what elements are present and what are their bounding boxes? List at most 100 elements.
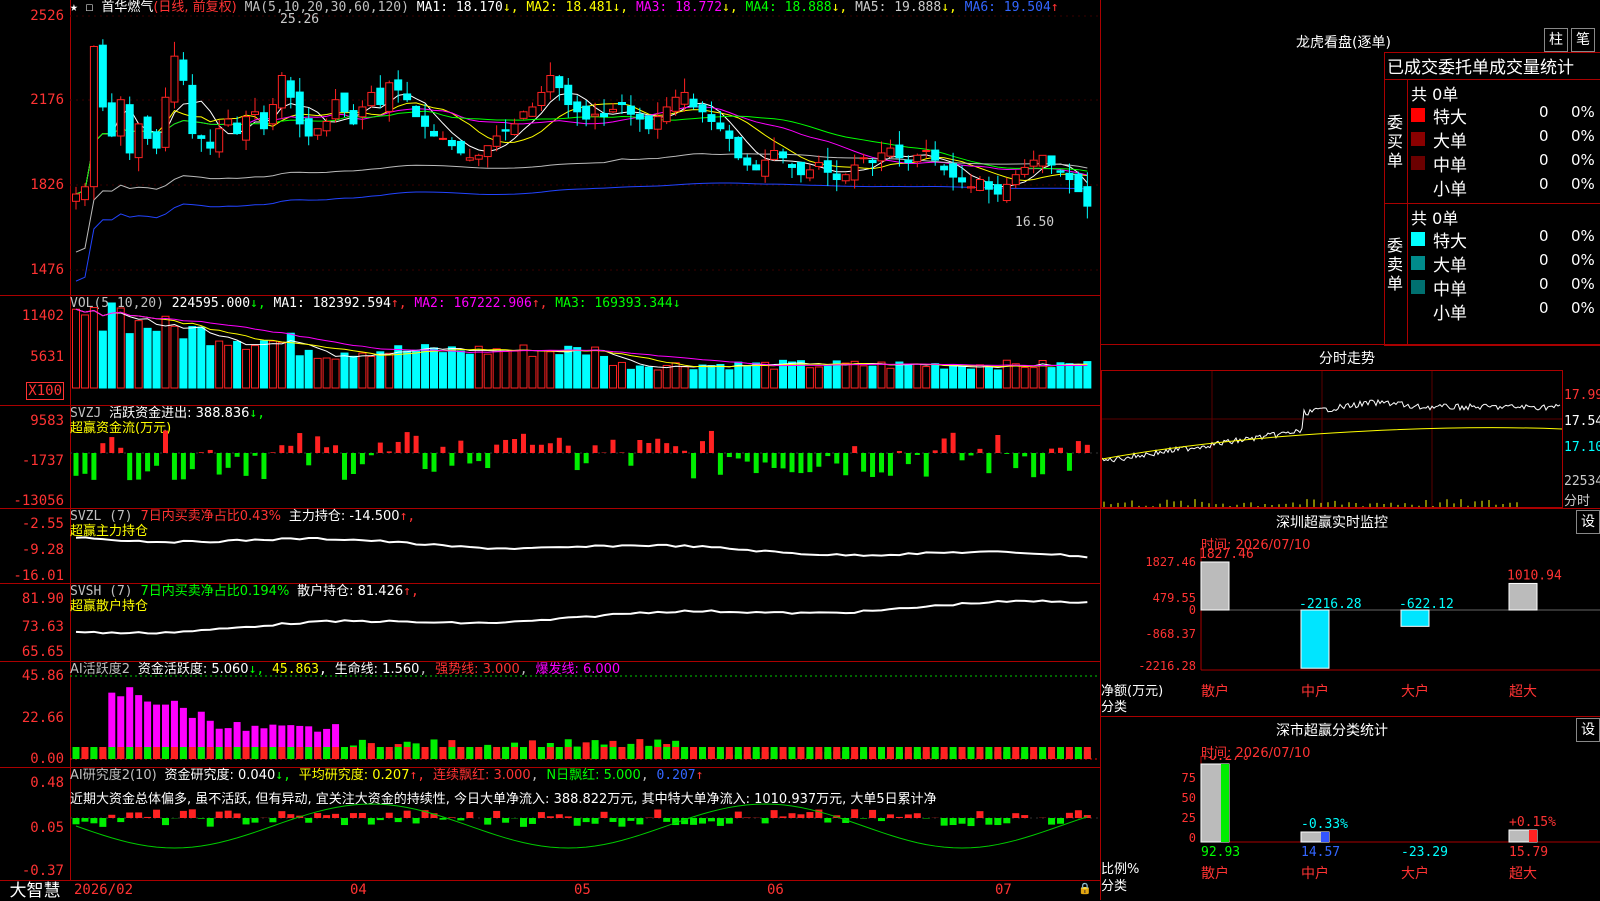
- sz-class-settings-button[interactable]: 设: [1576, 718, 1600, 742]
- research-bar: [305, 818, 312, 823]
- volume-bar: [824, 366, 831, 388]
- buy-total: 共 0单: [1411, 81, 1458, 105]
- candle-body: [153, 132, 160, 148]
- activity-base: [583, 747, 590, 759]
- flow-bar: [745, 453, 750, 462]
- activity-base: [520, 747, 527, 759]
- research-bar: [914, 813, 921, 818]
- volume-bar: [386, 353, 393, 388]
- activity-base: [994, 747, 1001, 759]
- sell-row-p: 0%: [1571, 227, 1595, 245]
- category-label: 大户: [1401, 683, 1429, 700]
- activity-base: [287, 747, 294, 759]
- research-bar: [457, 818, 464, 820]
- activity-base: [305, 747, 312, 759]
- flow-bar: [414, 436, 419, 453]
- candle-body: [645, 116, 652, 129]
- activity-base: [1003, 747, 1010, 759]
- volume-bar: [699, 365, 706, 388]
- volume-bar: [404, 351, 411, 388]
- legend-swatch: [1411, 232, 1425, 246]
- volume-bar: [547, 352, 554, 388]
- monitor-bar: [1301, 610, 1329, 668]
- candle-body: [90, 46, 97, 186]
- activity-base: [690, 747, 697, 759]
- volume-bar: [502, 352, 509, 388]
- activity-base: [207, 747, 214, 759]
- research-bar: [780, 816, 787, 818]
- flow-bar: [100, 443, 105, 453]
- research-bar: [1075, 810, 1082, 818]
- lhkp-table: 已成交委托单成交量统计 委买单 共 0单 委卖单 共 0单 特大00%大单00%…: [1384, 52, 1600, 346]
- candle-body: [681, 92, 688, 104]
- research-bar: [278, 811, 285, 818]
- activity-base: [878, 747, 885, 759]
- volume-bar: [708, 366, 715, 388]
- activity-base: [180, 747, 187, 759]
- tab-tick-view[interactable]: 笔: [1571, 28, 1595, 52]
- flow-bar: [82, 453, 87, 474]
- activity-base: [377, 747, 384, 759]
- candle-body: [144, 117, 151, 138]
- volume-bar: [413, 350, 420, 388]
- tab-bar-view[interactable]: 柱: [1544, 28, 1568, 52]
- activity-base: [386, 747, 393, 759]
- axis-label: 73.63: [22, 619, 64, 635]
- activity-base: [887, 747, 894, 759]
- flow-bar: [181, 453, 186, 479]
- buy-row-label: 小单: [1433, 175, 1467, 200]
- volume-bar: [690, 370, 697, 388]
- activity-base: [90, 747, 97, 759]
- svzl-panel[interactable]: SVZL (7) 7日内买卖净占比0.43% 主力持仓: -14.500↑, 超…: [70, 508, 1100, 584]
- research-bar: [1012, 813, 1019, 818]
- buy-row-label: 特大: [1433, 103, 1467, 128]
- volume-panel[interactable]: VOL(5,10,20) 224595.000↓, MA1: 182392.59…: [70, 295, 1100, 406]
- candlestick-chart: [70, 0, 1100, 295]
- flow-bar: [74, 453, 79, 476]
- volume-bar: [878, 362, 885, 388]
- research-bar: [287, 814, 294, 818]
- activity-base: [341, 747, 348, 759]
- ai2-panel[interactable]: AI活跃度2 资金活跃度: 5.060↓, 45.863, 生命线: 1.560…: [70, 661, 1100, 768]
- candle-body: [806, 170, 813, 178]
- money-flow-chart: [70, 406, 1100, 509]
- flow-bar: [584, 453, 589, 463]
- activity-base: [493, 747, 500, 759]
- research-bar: [493, 811, 500, 818]
- activity-base: [923, 747, 930, 759]
- flow-bar: [297, 433, 302, 453]
- lock-icon[interactable]: 🔒: [1078, 882, 1092, 895]
- flow-bar: [163, 431, 168, 453]
- flow-bar: [879, 453, 884, 472]
- candle-body: [896, 145, 903, 158]
- candle-body: [735, 137, 742, 157]
- svzj-panel[interactable]: SVZJ 活跃资金进出: 388.836↓, 超赢资金流(万元): [70, 405, 1100, 509]
- date-axis[interactable]: 2026/02 04 05 06 07 🔒: [70, 880, 1100, 901]
- flow-bar: [396, 442, 401, 453]
- candle-body: [1057, 171, 1064, 172]
- flow-bar: [91, 453, 96, 480]
- volume-bar: [296, 356, 303, 388]
- research-bar: [386, 813, 393, 818]
- svsh-panel[interactable]: SVSH (7) 7日内买卖净占比0.194% 散户持仓: 81.426↑, 超…: [70, 583, 1100, 662]
- activity-base: [950, 747, 957, 759]
- class-bottom-label: 15.79: [1509, 845, 1548, 860]
- activity-base: [475, 747, 482, 759]
- ai-res-panel[interactable]: AI研究度2(10) 资金研究度: 0.040↓, 平均研究度: 0.207↑,…: [70, 767, 1100, 881]
- intraday-chart-box[interactable]: [1101, 370, 1563, 508]
- candle-body: [797, 162, 804, 174]
- buy-row-n: 0: [1539, 103, 1549, 121]
- volume-bar: [126, 334, 133, 388]
- flow-bar: [852, 446, 857, 453]
- flow-bar: [575, 453, 580, 470]
- activity-base: [431, 747, 438, 759]
- research-bar: [252, 818, 259, 823]
- price-panel[interactable]: ★ ☐ 首华燃气(日线, 前复权) MA(5,10,20,30,60,120) …: [70, 0, 1100, 295]
- sz-monitor-settings-button[interactable]: 设: [1576, 510, 1600, 534]
- activity-base: [439, 747, 446, 759]
- flow-bar: [843, 453, 848, 475]
- flow-bar: [118, 448, 123, 453]
- flow-bar: [109, 437, 114, 453]
- volume-bar: [225, 345, 232, 388]
- activity-base: [216, 747, 223, 759]
